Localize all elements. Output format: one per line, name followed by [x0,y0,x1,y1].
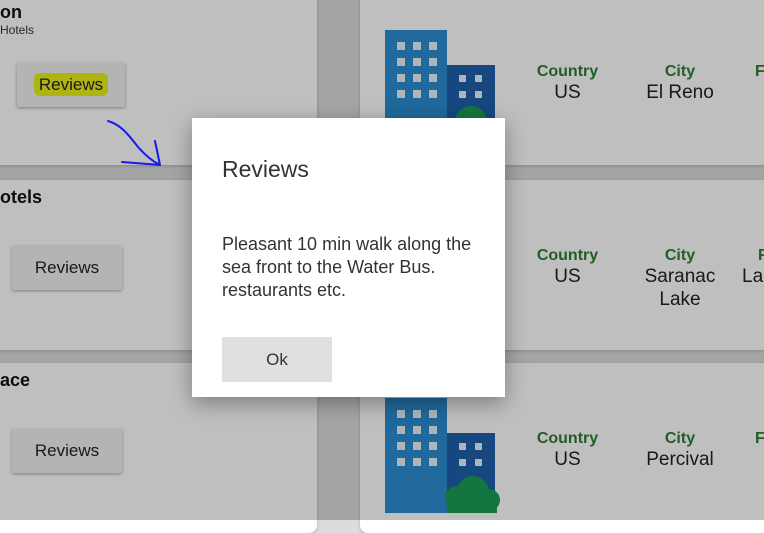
dialog-title: Reviews [222,156,309,182]
dialog-message: Pleasant 10 min walk along the sea front… [222,234,472,300]
ok-button[interactable]: Ok [222,337,332,382]
reviews-dialog: Reviews Pleasant 10 min walk along the s… [192,118,505,397]
annotation-arrow-icon [107,120,161,166]
